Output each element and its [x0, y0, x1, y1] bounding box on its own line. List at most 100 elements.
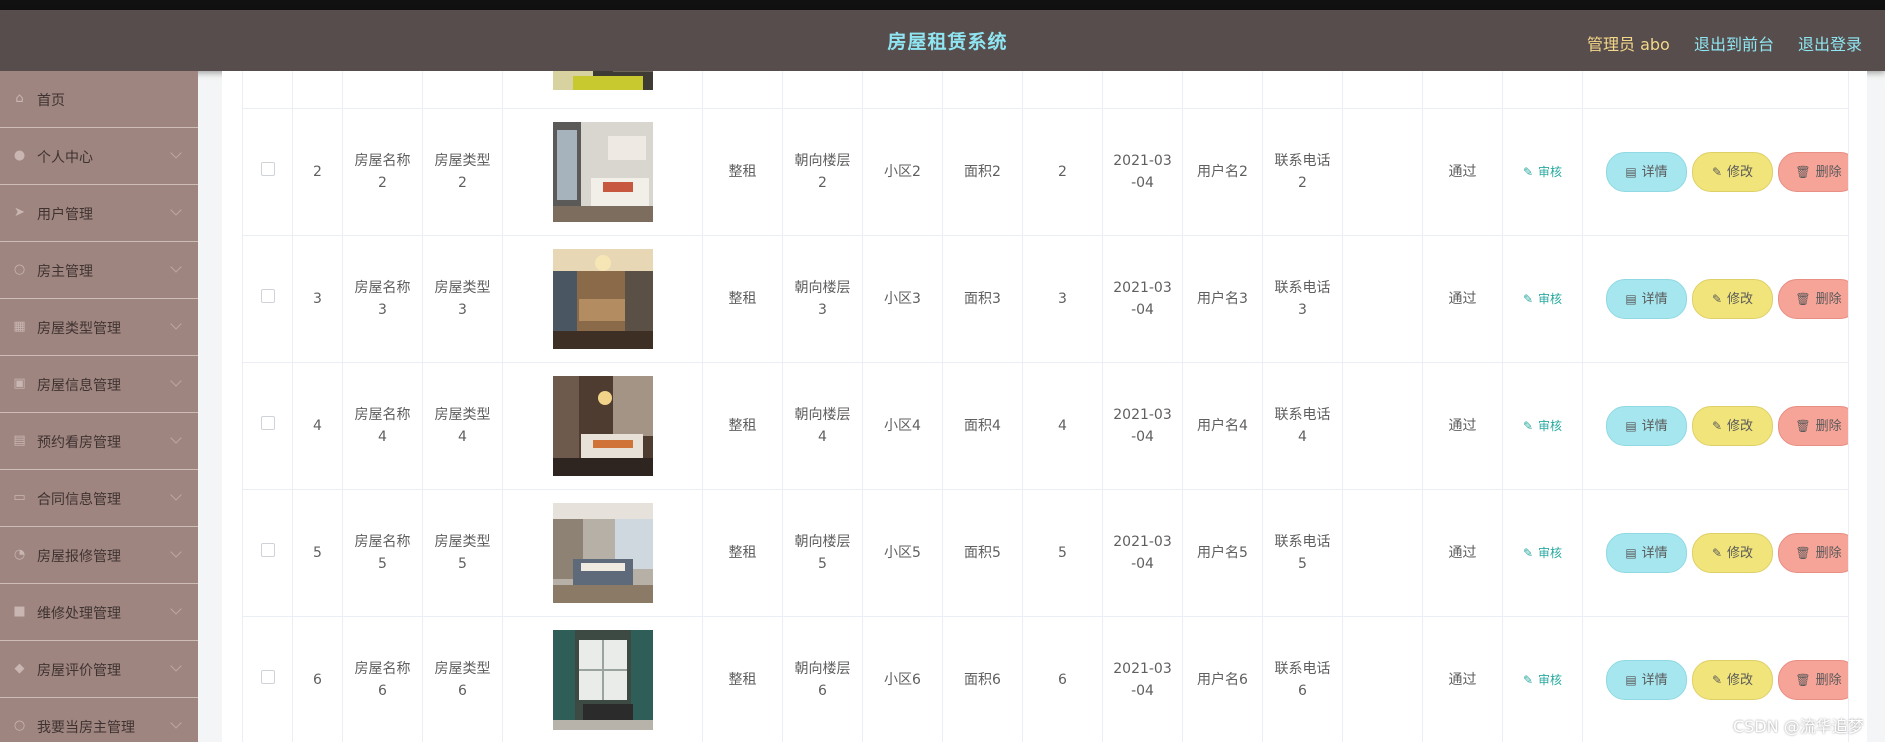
date: 2021-03 -04	[1102, 616, 1183, 742]
audit-label: 审核	[1538, 165, 1563, 179]
sidebar-item-label: 房屋信息管理	[37, 378, 121, 394]
exit-to-frontend-link[interactable]: 退出到前台	[1694, 31, 1774, 55]
edit-button[interactable]: ✎ 修改	[1692, 533, 1773, 573]
edit-label: 修改	[1727, 673, 1754, 688]
username: 用户名4	[1182, 362, 1263, 490]
house-name: 房屋名称 6	[342, 616, 423, 742]
audit-button[interactable]: ✎ 审核	[1523, 292, 1562, 306]
edit-button[interactable]: ✎ 修改	[1692, 406, 1773, 446]
detail-button[interactable]: ▤ 详情	[1606, 152, 1687, 192]
sidebar-item-house-info[interactable]: ▣ 房屋信息管理	[0, 356, 198, 413]
sidebar-item-label: 合同信息管理	[37, 492, 121, 508]
house-photo	[552, 376, 653, 476]
row-checkbox[interactable]	[260, 162, 275, 176]
top-header: 房屋租赁系统 管理员 abo 退出到前台 退出登录	[0, 10, 1885, 71]
document-icon: ▤	[1625, 165, 1637, 179]
audit-status: 通过	[1422, 616, 1503, 742]
logout-link[interactable]: 退出登录	[1798, 31, 1862, 55]
date: 2021-03 -04	[1102, 108, 1183, 236]
audit-status: 通过	[1422, 108, 1503, 236]
edit-button[interactable]: ✎ 修改	[1692, 279, 1773, 319]
sidebar-item-label: 房屋类型管理	[37, 321, 121, 337]
sidebar-item-house-types[interactable]: ▦ 房屋类型管理	[0, 299, 198, 356]
house-type: 房屋类型 4	[422, 362, 503, 490]
pen-icon: ✎	[1711, 292, 1723, 306]
admin-label: 管理员 abo	[1587, 35, 1670, 54]
detail-button[interactable]: ▤ 详情	[1606, 279, 1687, 319]
rent-type: 整租	[702, 362, 783, 490]
area: 面积2	[942, 108, 1023, 236]
area: 面积3	[942, 235, 1023, 363]
audit-status: 通过	[1422, 489, 1503, 617]
document-icon: ▤	[1625, 419, 1637, 433]
delete-button[interactable]: 🗑 删除	[1778, 660, 1848, 700]
edit-button[interactable]: ✎ 修改	[1692, 660, 1773, 700]
document-icon: ▤	[1625, 292, 1637, 306]
sidebar-item-become-landlord[interactable]: ○ 我要当房主管理	[0, 698, 198, 742]
chevron-down-icon	[170, 147, 182, 159]
location-icon: ◆	[14, 661, 25, 676]
detail-button[interactable]: ▤ 详情	[1606, 406, 1687, 446]
sidebar-item-maintenance[interactable]: ■ 维修处理管理	[0, 584, 198, 641]
sidebar-item-reviews[interactable]: ◆ 房屋评价管理	[0, 641, 198, 698]
delete-button[interactable]: 🗑 删除	[1778, 533, 1848, 573]
table-row: 2 房屋名称 2 房屋类型 2 整租 朝向楼层 2 小区2 面积2 2 2021…	[242, 108, 1849, 236]
audit-label: 审核	[1538, 419, 1563, 433]
rent-type: 整租	[702, 235, 783, 363]
pen-icon: ✎	[1711, 673, 1723, 687]
house-name: 房屋名称 2	[342, 108, 423, 236]
home-icon: ⌂	[15, 91, 24, 106]
building-icon: ▣	[13, 376, 26, 391]
tool-icon: ■	[13, 604, 26, 619]
detail-label: 详情	[1641, 546, 1668, 561]
sidebar-item-repairs[interactable]: ◔ 房屋报修管理	[0, 527, 198, 584]
house-info-table: 2 房屋名称 2 房屋类型 2 整租 朝向楼层 2 小区2 面积2 2 2021…	[242, 71, 1849, 742]
delete-button[interactable]: 🗑 删除	[1778, 279, 1848, 319]
detail-label: 详情	[1641, 673, 1668, 688]
pen-icon: ✎	[1711, 165, 1723, 179]
trash-icon: 🗑	[1795, 419, 1811, 433]
pen-icon: ✎	[1711, 546, 1723, 560]
delete-button[interactable]: 🗑 删除	[1778, 152, 1848, 192]
audit-button[interactable]: ✎ 审核	[1523, 546, 1562, 560]
edit-button[interactable]: ✎ 修改	[1692, 152, 1773, 192]
detail-label: 详情	[1641, 292, 1668, 307]
sidebar-item-label: 个人中心	[37, 150, 93, 166]
delete-button[interactable]: 🗑 删除	[1778, 406, 1848, 446]
date: 2021-03 -04	[1102, 362, 1183, 490]
sidebar-item-home[interactable]: ⌂ 首页	[0, 71, 198, 128]
sidebar-item-users[interactable]: ➤ 用户管理	[0, 185, 198, 242]
table-row: 3 房屋名称 3 房屋类型 3 整租 朝向楼层 3 小区3 面积3 3 2021…	[242, 235, 1849, 363]
sidebar-item-label: 用户管理	[37, 207, 93, 223]
quantity: 4	[1022, 362, 1103, 490]
row-checkbox[interactable]	[260, 289, 275, 303]
sidebar-item-contracts[interactable]: ▭ 合同信息管理	[0, 470, 198, 527]
rent-type: 整租	[702, 489, 783, 617]
house-name: 房屋名称 5	[342, 489, 423, 617]
sidebar-item-landlords[interactable]: ○ 房主管理	[0, 242, 198, 299]
row-checkbox[interactable]	[260, 416, 275, 430]
delete-label: 删除	[1815, 673, 1842, 688]
row-index: 4	[292, 362, 343, 490]
pen-icon: ✎	[1522, 165, 1534, 179]
audit-button[interactable]: ✎ 审核	[1523, 165, 1562, 179]
trash-icon: 🗑	[1795, 546, 1811, 560]
detail-button[interactable]: ▤ 详情	[1606, 660, 1687, 700]
row-checkbox[interactable]	[260, 670, 275, 684]
sidebar-item-viewings[interactable]: ▤ 预约看房管理	[0, 413, 198, 470]
date: 2021-03 -04	[1102, 235, 1183, 363]
house-photo	[552, 122, 653, 222]
orientation-floor: 朝向楼层 3	[782, 235, 863, 363]
sidebar: ⌂ 首页 ● 个人中心 ➤ 用户管理 ○ 房主管理 ▦ 房屋类型管理 ▣ 房屋信…	[0, 71, 198, 742]
phone: 联系电话 6	[1262, 616, 1343, 742]
sidebar-item-profile[interactable]: ● 个人中心	[0, 128, 198, 185]
trash-icon: 🗑	[1795, 673, 1811, 687]
user-icon: ●	[13, 148, 26, 163]
row-checkbox[interactable]	[260, 543, 275, 557]
detail-button[interactable]: ▤ 详情	[1606, 533, 1687, 573]
house-name: 房屋名称 4	[342, 362, 423, 490]
send-icon: ➤	[14, 205, 25, 220]
sidebar-item-label: 房屋评价管理	[37, 663, 121, 679]
audit-button[interactable]: ✎ 审核	[1523, 419, 1562, 433]
audit-button[interactable]: ✎ 审核	[1523, 673, 1562, 687]
